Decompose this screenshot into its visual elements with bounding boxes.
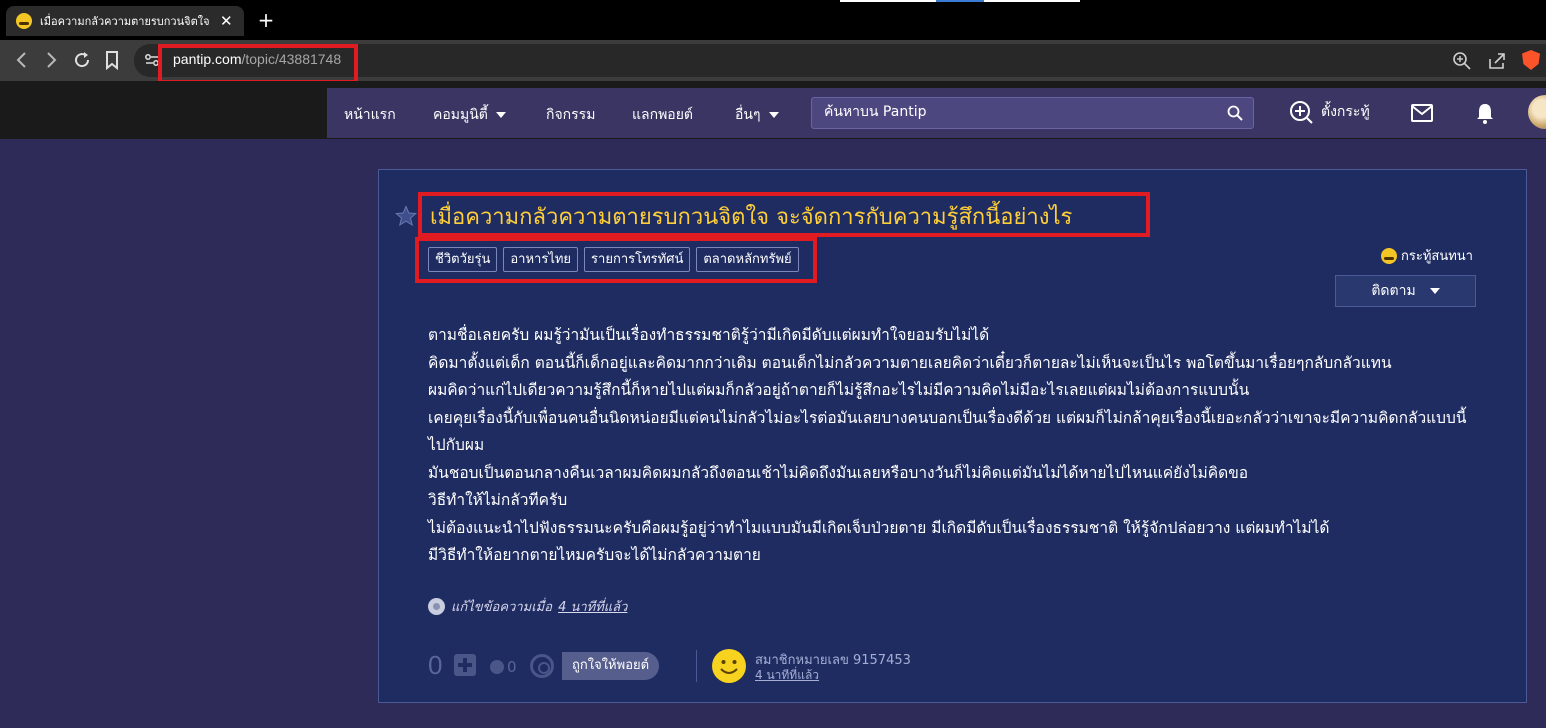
title-highlight-box <box>418 192 1150 237</box>
body-line: มีวิธีทำให้อยากตายไหมครับจะได้ไม่กลัวควา… <box>428 546 761 564</box>
edited-prefix: แก้ไขข้อความเมื่อ <box>451 600 553 615</box>
topic-kind-label: กระทู้สนทนา <box>1401 249 1473 264</box>
nav-community-label: คอมมูนิตี้ <box>433 107 488 123</box>
url-highlight-box <box>158 44 358 84</box>
posted-time[interactable]: 4 นาทีที่แล้ว <box>755 666 819 685</box>
nav-activities[interactable]: กิจกรรม <box>546 104 595 126</box>
add-post-icon <box>1290 101 1313 124</box>
top-strip <box>936 0 984 2</box>
edited-note: แก้ไขข้อความเมื่อ 4 นาทีที่แล้ว <box>428 596 627 617</box>
nav-more[interactable]: อื่นๆ <box>735 104 779 126</box>
smile-icon[interactable] <box>711 648 747 684</box>
like-give-point-button[interactable]: ถูกใจให้พอยต์ <box>562 652 660 680</box>
topic-body: ตามชื่อเลยครับ ผมรู้ว่ามันเป็นเรื่องทำธร… <box>428 322 1476 570</box>
chevron-down-icon <box>1429 288 1440 294</box>
body-line: คิดมาตั้งแต่เด็ก ตอนนี้ก็เด็กอยู่และคิดม… <box>428 353 1392 372</box>
follow-button[interactable]: ติดตาม <box>1335 275 1476 307</box>
body-line: มันชอบเป็นตอนกลางคืนเวลาผมคิดผมกลัวถึงตอ… <box>428 463 1249 482</box>
zoom-icon[interactable] <box>1452 51 1472 71</box>
chevron-down-icon <box>495 112 506 118</box>
nav-redeem-points[interactable]: แลกพอยต์ <box>632 104 693 126</box>
search-input[interactable] <box>824 104 1214 120</box>
chevron-down-icon <box>768 112 779 118</box>
share-icon[interactable] <box>1487 51 1507 71</box>
back-icon[interactable] <box>10 48 34 72</box>
tags-highlight-box <box>415 237 817 283</box>
point-icon[interactable] <box>530 654 554 678</box>
topic-kind: กระทู้สนทนา <box>1381 245 1473 266</box>
topic-footer: 0 0 ถูกใจให้พอยต์ สมาชิกหมายเลข 9157453 … <box>428 648 1128 684</box>
follow-label: ติดตาม <box>1371 283 1416 299</box>
create-post-button[interactable]: ตั้งกระทู้ <box>1289 100 1370 124</box>
edit-icon <box>428 598 445 615</box>
pantip-favicon-icon <box>16 13 32 29</box>
search-icon[interactable] <box>1227 105 1243 121</box>
search-box <box>811 97 1254 129</box>
emotion-icon[interactable] <box>490 660 504 674</box>
body-line: เคยคุยเรื่องนี้กับเพื่อนคนอื่นนิดหน่อยมี… <box>428 408 1467 455</box>
reload-icon[interactable] <box>70 48 94 72</box>
mail-icon[interactable] <box>1410 102 1434 124</box>
forward-icon[interactable] <box>39 48 63 72</box>
star-icon[interactable] <box>395 205 417 227</box>
close-tab-icon[interactable]: ✕ <box>219 12 235 30</box>
vote-plus-button[interactable] <box>454 654 476 676</box>
nav-home[interactable]: หน้าแรก <box>344 104 396 126</box>
tab-title: เมื่อความกลัวความตายรบกวนจิตใจ จะ <box>40 15 211 28</box>
emotion-count: 0 <box>507 658 517 676</box>
bookmark-icon[interactable] <box>100 48 124 72</box>
top-strip <box>984 0 1080 2</box>
bell-icon[interactable] <box>1473 102 1497 124</box>
new-tab-button[interactable]: + <box>256 8 276 32</box>
create-post-label: ตั้งกระทู้ <box>1321 104 1370 120</box>
top-strip <box>840 0 936 2</box>
browser-tab[interactable]: เมื่อความกลัวความตายรบกวนจิตใจ จะ ✕ <box>6 6 244 36</box>
body-line: ตามชื่อเลยครับ ผมรู้ว่ามันเป็นเรื่องทำธร… <box>428 326 990 344</box>
nav-community[interactable]: คอมมูนิตี้ <box>433 104 506 126</box>
body-line: ผมคิดว่าแก่ไปเดียวความรู้สึกนี้ก็หายไปแต… <box>428 381 1250 399</box>
nav-more-label: อื่นๆ <box>735 107 761 123</box>
edited-time[interactable]: 4 นาทีที่แล้ว <box>558 596 627 617</box>
body-line: วิธีทำให้ไม่กลัวทีครับ <box>428 491 568 509</box>
divider <box>696 650 697 682</box>
body-line: ไม่ต้องแนะนำไปฟังธรรมนะครับคือผมรู้อยู่ว… <box>428 518 1330 537</box>
browser-tab-bar: เมื่อความกลัวความตายรบกวนจิตใจ จะ ✕ + <box>0 0 1546 40</box>
vote-count: 0 <box>428 650 443 680</box>
discussion-icon <box>1381 247 1397 264</box>
